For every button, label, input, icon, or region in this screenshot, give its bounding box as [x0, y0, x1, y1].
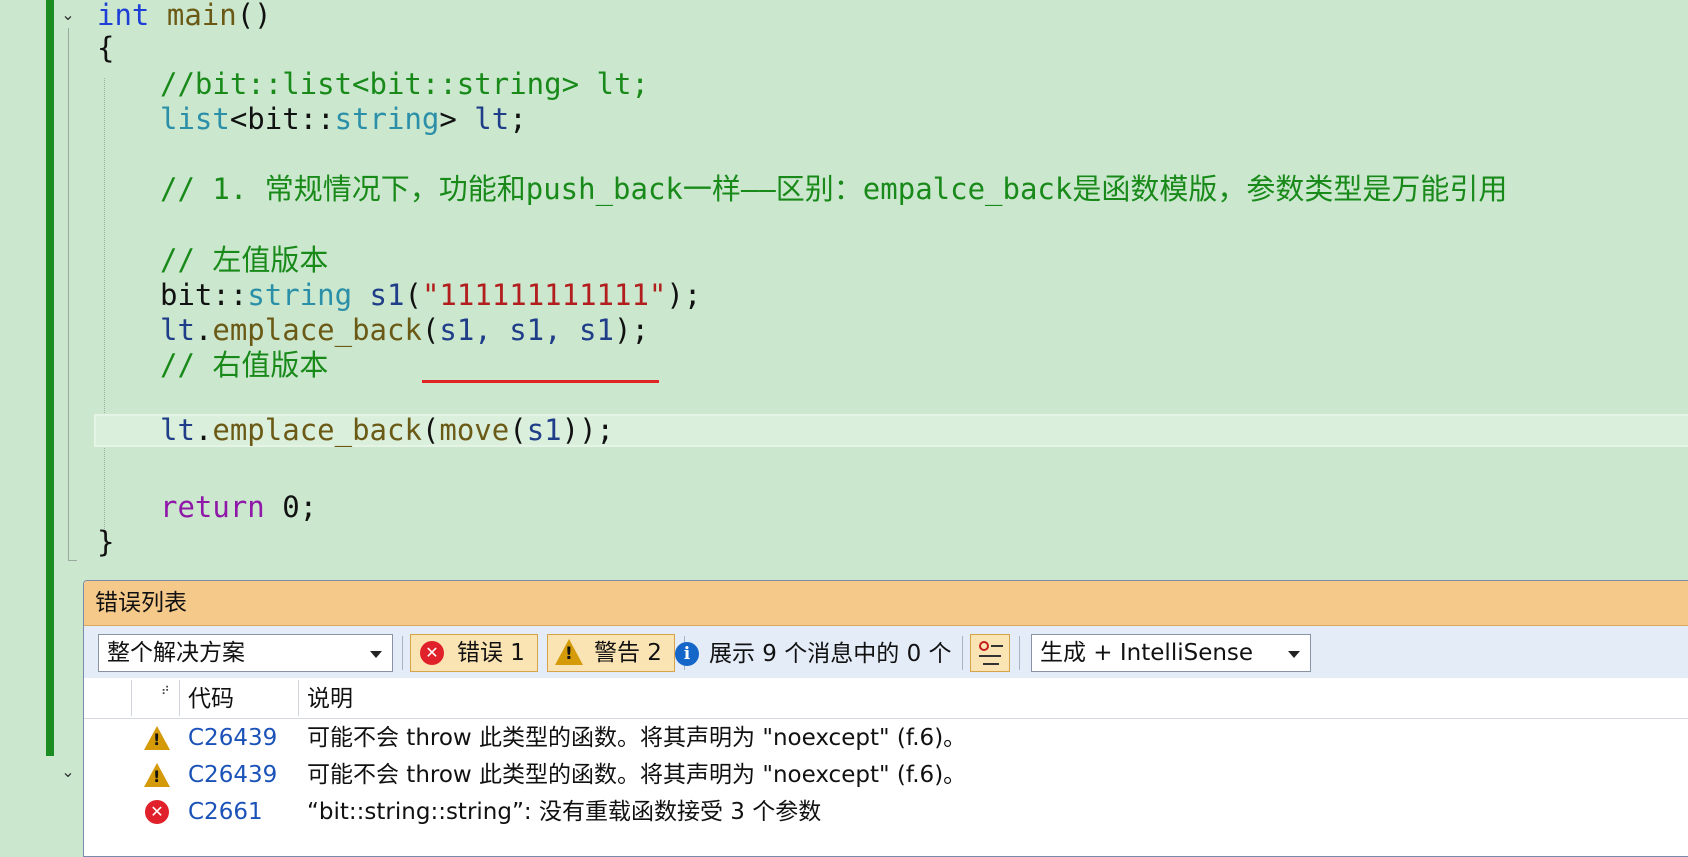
dropdown-arrow-icon	[370, 651, 382, 658]
error-list-panel: 错误列表 整个解决方案 ✕ 错误 1 警告 2 i 展示 9 个消息中的 0 个…	[83, 580, 1688, 857]
code-line-4[interactable]: list<bit::string> lt;	[160, 101, 527, 137]
code-line-1[interactable]: int main()	[97, 0, 272, 33]
change-indicator-bar	[46, 0, 54, 756]
error-code[interactable]: C26439	[188, 720, 277, 757]
toolbar-separator	[962, 636, 963, 670]
panel-title[interactable]: 错误列表	[84, 581, 1688, 626]
chevron-down-icon[interactable]: ⌄	[58, 6, 78, 26]
code-line-6[interactable]: // 1. 常规情况下，功能和push_back一样——区别：empalce_b…	[160, 171, 1507, 207]
code-line-8[interactable]: // 左值版本	[160, 242, 328, 278]
messages-filter-button[interactable]: 展示 9 个消息中的 0 个	[709, 636, 952, 672]
error-code[interactable]: C26439	[188, 757, 277, 794]
code-line-11[interactable]: // 右值版本	[160, 347, 328, 383]
dropdown-arrow-icon	[1288, 651, 1300, 658]
table-row[interactable]: C26439 可能不会 throw 此类型的函数。将其声明为 "noexcept…	[84, 757, 1688, 794]
code-line-12[interactable]: lt.emplace_back(move(s1));	[160, 412, 614, 448]
error-description: “bit::string::string”: 没有重载函数接受 3 个参数	[307, 799, 822, 825]
code-line-14[interactable]: return 0;	[160, 489, 317, 525]
column-header-description[interactable]: 说明	[307, 678, 353, 718]
code-line-10[interactable]: lt.emplace_back(s1, s1, s1);	[160, 312, 649, 348]
info-circle-icon: i	[675, 642, 699, 666]
error-description: 可能不会 throw 此类型的函数。将其声明为 "noexcept" (f.6)…	[307, 762, 967, 788]
code-line-3[interactable]: //bit::list<bit::string> lt;	[160, 66, 649, 102]
error-code[interactable]: C2661	[188, 794, 263, 831]
code-line-9[interactable]: bit::string s1("111111111111");	[160, 277, 701, 313]
error-circle-icon: ✕	[145, 800, 169, 824]
warning-triangle-icon	[144, 763, 170, 787]
error-list-header: ⠞ 代码 说明	[84, 678, 1688, 719]
fold-guide-line	[68, 28, 69, 561]
scope-combo[interactable]: 整个解决方案	[98, 634, 393, 672]
table-row[interactable]: ✕ C2661 “bit::string::string”: 没有重载函数接受 …	[84, 794, 1688, 831]
column-header-code[interactable]: 代码	[188, 678, 234, 718]
filter-icon[interactable]	[970, 634, 1010, 672]
warning-triangle-icon	[144, 726, 170, 750]
toolbar-separator	[1019, 636, 1020, 670]
toolbar-separator	[402, 636, 403, 670]
indent-guide	[104, 78, 105, 533]
fold-guide-end	[68, 560, 77, 561]
error-squiggle	[422, 380, 659, 383]
errors-filter-button[interactable]: ✕ 错误 1	[410, 634, 538, 672]
code-line-15[interactable]: }	[97, 524, 114, 560]
code-line-2[interactable]: {	[97, 30, 114, 66]
sort-icon[interactable]: ⠞	[161, 684, 170, 698]
error-list-toolbar: 整个解决方案 ✕ 错误 1 警告 2 i 展示 9 个消息中的 0 个 生成 +…	[84, 626, 1688, 678]
build-source-combo[interactable]: 生成 + IntelliSense	[1031, 634, 1311, 672]
table-row[interactable]: C26439 可能不会 throw 此类型的函数。将其声明为 "noexcept…	[84, 720, 1688, 757]
warning-triangle-icon	[555, 639, 583, 665]
error-circle-icon: ✕	[420, 641, 444, 665]
warnings-filter-button[interactable]: 警告 2	[547, 634, 675, 672]
chevron-down-icon[interactable]: ⌄	[58, 763, 78, 783]
error-description: 可能不会 throw 此类型的函数。将其声明为 "noexcept" (f.6)…	[307, 725, 967, 751]
